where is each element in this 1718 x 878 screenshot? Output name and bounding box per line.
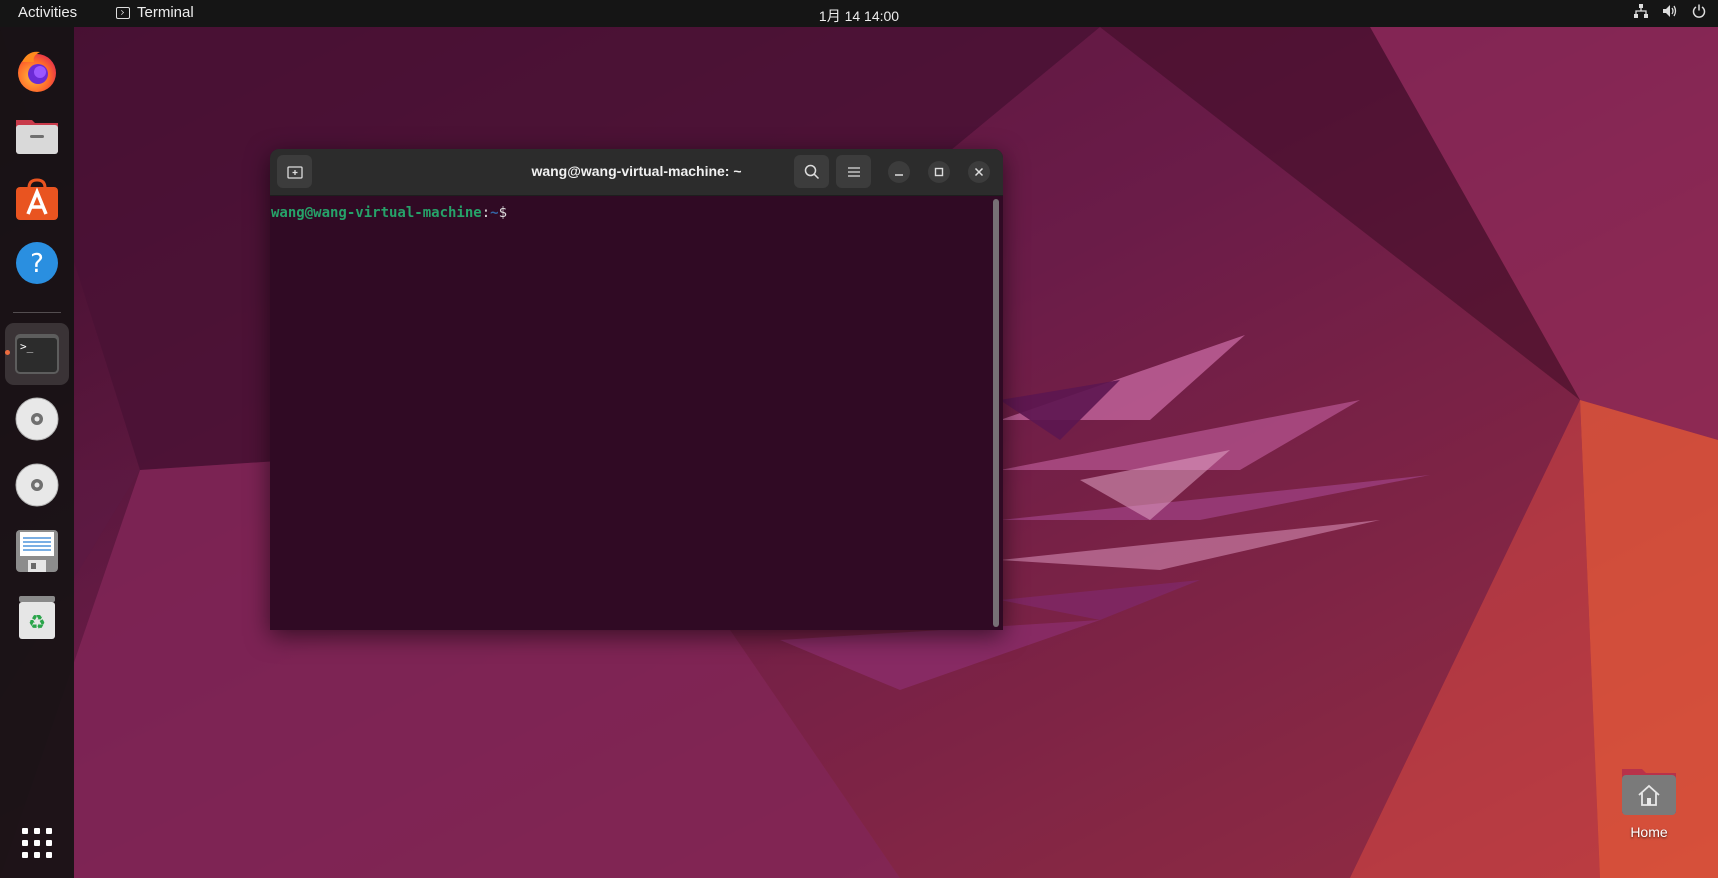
- dock-item-terminal[interactable]: >_: [5, 323, 69, 385]
- network-icon[interactable]: [1634, 4, 1648, 18]
- dock-item-trash[interactable]: ♻: [9, 589, 65, 645]
- dock-item-firefox[interactable]: [9, 43, 65, 99]
- dock-item-disc-1[interactable]: [9, 391, 65, 447]
- dock-item-disc-2[interactable]: [9, 457, 65, 513]
- help-icon: ?: [16, 242, 58, 284]
- desktop-home-folder[interactable]: Home: [1612, 765, 1686, 840]
- hamburger-menu-icon: [847, 166, 860, 177]
- top-bar: Activities Terminal 1月 14 14:00: [0, 0, 1718, 27]
- prompt-colon: :: [481, 205, 491, 221]
- dock-item-text-editor[interactable]: [9, 523, 65, 579]
- dock-item-app-center[interactable]: [9, 171, 65, 227]
- prompt-user: wang@wang-virtual-machine: [271, 205, 482, 221]
- home-folder-icon: [1622, 769, 1676, 815]
- terminal-window[interactable]: wang@wang-virtual-machine: ~ wang@wang-v…: [270, 149, 1003, 630]
- system-tray[interactable]: [1634, 4, 1706, 18]
- minimize-button[interactable]: [888, 161, 910, 183]
- dock-item-files[interactable]: [9, 107, 65, 163]
- svg-text:♻: ♻: [28, 610, 46, 634]
- prompt-path: ~: [490, 205, 499, 221]
- files-icon: [16, 120, 58, 154]
- trash-icon: ♻: [19, 596, 55, 639]
- svg-text:>_: >_: [20, 340, 34, 353]
- app-store-icon: [16, 178, 58, 220]
- minimize-icon: [895, 174, 903, 176]
- search-icon: [804, 164, 819, 179]
- terminal-body[interactable]: wang@wang-virtual-machine:~$: [270, 196, 1003, 630]
- volume-icon[interactable]: [1662, 4, 1678, 18]
- shell-prompt: wang@wang-virtual-machine:~$: [271, 205, 507, 221]
- menu-button[interactable]: [836, 155, 871, 188]
- dock: ? >_ ♻: [0, 27, 74, 878]
- terminal-icon: >_: [15, 334, 59, 374]
- maximize-button[interactable]: [928, 161, 950, 183]
- search-button[interactable]: [794, 155, 829, 188]
- prompt-symbol: $: [498, 205, 508, 221]
- firefox-icon: [18, 51, 56, 92]
- power-icon[interactable]: [1692, 4, 1706, 18]
- cd-icon: [15, 463, 59, 507]
- cd-icon: [15, 397, 59, 441]
- maximize-icon: [934, 167, 944, 177]
- terminal-scrollbar[interactable]: [993, 199, 999, 627]
- desktop-home-label: Home: [1630, 824, 1668, 840]
- terminal-headerbar[interactable]: wang@wang-virtual-machine: ~: [270, 149, 1003, 196]
- document-icon: [16, 530, 58, 572]
- svg-text:?: ?: [30, 249, 44, 279]
- app-grid-icon: [22, 828, 52, 858]
- dock-item-help[interactable]: ?: [9, 235, 65, 291]
- close-button[interactable]: [968, 161, 990, 183]
- close-icon: [974, 167, 984, 177]
- dock-separator: [13, 312, 61, 313]
- show-apps-button[interactable]: [9, 815, 65, 871]
- clock[interactable]: 1月 14 14:00: [0, 6, 1718, 26]
